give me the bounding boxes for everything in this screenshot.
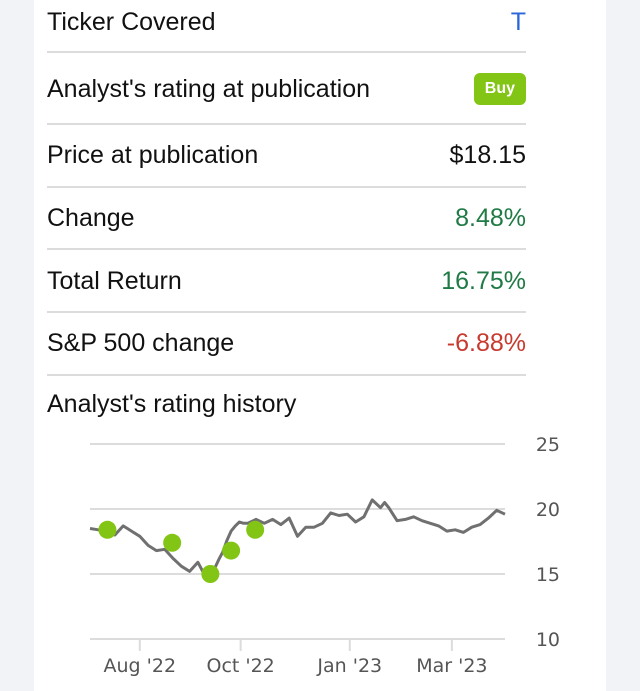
y-tick-label: 15 xyxy=(536,564,560,586)
x-tick-label: Jan '23 xyxy=(316,655,382,677)
rating-marker-buy xyxy=(222,541,241,560)
rating-history-chart: 10 15 20 25 Aug '22 Oct '22 Jan '23 Mar '23 xyxy=(89,434,560,677)
y-tick-label: 25 xyxy=(536,434,560,456)
x-tick-label: Aug '22 xyxy=(104,655,177,677)
x-tick-label: Oct '22 xyxy=(206,655,274,677)
rating-marker-buy xyxy=(246,520,265,539)
y-tick-label: 10 xyxy=(536,629,560,651)
x-tick-label: Mar '23 xyxy=(416,655,487,677)
rating-marker-buy xyxy=(201,565,220,583)
rating-marker-buy xyxy=(98,520,117,539)
price-line xyxy=(89,498,506,580)
y-tick-label: 20 xyxy=(536,499,560,521)
rating-marker-buy xyxy=(163,533,182,552)
